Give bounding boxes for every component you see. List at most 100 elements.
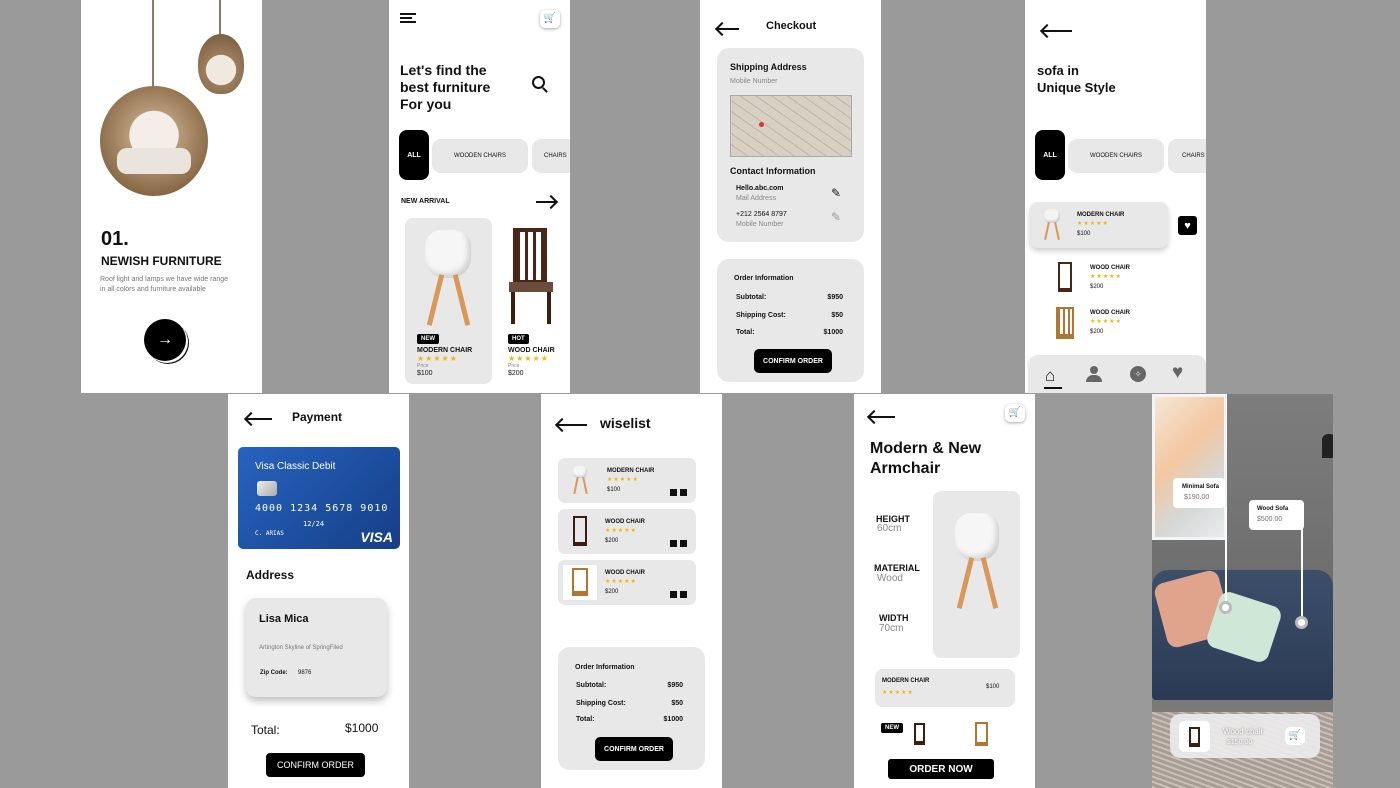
credit-card[interactable]: Visa Classic Debit 4000 1234 5678 9010 1… <box>238 447 400 549</box>
cart-icon[interactable]: 🛒 <box>1005 404 1025 422</box>
item-stars: ★★★★★ <box>1090 319 1122 325</box>
home-icon[interactable]: ⌂ <box>1045 366 1055 386</box>
back-arrow-icon[interactable] <box>1042 30 1072 32</box>
tag-new: NEW <box>881 723 903 733</box>
intro-desc-2: in all colors and furniture available <box>100 286 206 293</box>
map-image[interactable] <box>730 95 852 157</box>
list-item[interactable]: MODERN CHAIR ★★★★★ $100 <box>1030 202 1168 248</box>
quantity-stepper[interactable] <box>670 540 690 547</box>
ar-product-bar[interactable]: Wood chair $150.00 🛒 <box>1170 714 1320 758</box>
hotspot-line <box>1225 507 1227 607</box>
quantity-stepper[interactable] <box>670 489 690 496</box>
item-stars: ★★★★★ <box>605 528 637 534</box>
back-arrow-icon[interactable] <box>869 416 895 418</box>
spec-height-value: 60cm <box>877 523 902 534</box>
product-card-modern-chair[interactable]: NEW MODERN CHAIR ★★★★★ Price $100 <box>405 218 492 384</box>
label-wood-sofa[interactable]: Wood Sofa $500.00 <box>1249 500 1304 530</box>
product-summary-bar[interactable]: MODERN CHAIR ★★★★★ $100 <box>875 669 1015 707</box>
contact-title: Contact Information <box>730 166 816 176</box>
modern-chair-seat <box>955 513 999 561</box>
hotspot-minimal-sofa[interactable] <box>1219 601 1232 614</box>
profile-icon[interactable] <box>1086 366 1102 382</box>
screen-wishlist: wiselist MODERN CHAIR ★★★★★ $100 WOOD CH… <box>541 394 722 788</box>
chair-leg <box>1054 221 1060 241</box>
wood-chair-back <box>513 228 547 284</box>
heart-icon[interactable]: ♥ <box>1178 216 1197 235</box>
compass-icon[interactable]: ✧ <box>1130 366 1146 382</box>
spec-material-value: Wood <box>877 573 903 584</box>
screen-product-detail: 🛒 Modern & New Armchair HEIGHT 60cm MATE… <box>854 394 1035 788</box>
modern-chair-thumb <box>573 466 587 478</box>
home-heading-3: For you <box>400 96 452 112</box>
shipping-label: Shipping Cost: <box>736 312 786 319</box>
total-value: $1000 <box>345 721 379 735</box>
card-number: 4000 1234 5678 9010 <box>255 503 389 514</box>
tab-all[interactable]: ALL <box>1035 130 1065 180</box>
wood-chair-leg <box>547 292 551 324</box>
variant-thumb-dark[interactable] <box>914 723 925 745</box>
wishlist-item[interactable]: WOOD CHAIR ★★★★★ $200 <box>558 509 696 554</box>
list-item[interactable]: WOOD CHAIR ★★★★★ $200 <box>1050 303 1190 343</box>
tab-wooden-chairs[interactable]: WOODEN CHAIRS <box>432 139 528 173</box>
product-card-wood-chair[interactable]: HOT WOOD CHAIR ★★★★★ Price $200 <box>495 218 570 384</box>
cart-icon[interactable]: 🛒 <box>1285 727 1305 745</box>
contact-phone: +212 2564 8797 <box>736 211 787 218</box>
tab-wooden-chairs[interactable]: WOODEN CHAIRS <box>1068 139 1164 173</box>
card-price: $200 <box>508 370 524 377</box>
menu-icon[interactable] <box>400 13 416 23</box>
item-stars: ★★★★★ <box>607 477 639 483</box>
product-name: Wood chair <box>1223 727 1264 736</box>
item-name: MODERN CHAIR <box>607 468 655 474</box>
favorites-icon[interactable]: ♥ <box>1172 362 1183 384</box>
list-item[interactable]: WOOD CHAIR ★★★★★ $200 <box>1050 258 1190 296</box>
next-button[interactable]: → <box>144 319 186 361</box>
screen-intro: 01. NEWISH FURNITURE Roof light and lamp… <box>81 0 262 393</box>
confirm-order-button[interactable]: CONFIRM ORDER <box>595 737 673 761</box>
tab-chairs[interactable]: CHAIRS <box>1168 139 1206 173</box>
edit-icon[interactable]: ✎ <box>831 186 841 200</box>
intro-desc-1: Roof light and lamps we have wide range <box>100 276 229 283</box>
label-minimal-sofa[interactable]: Minimal Sofa $190.00 <box>1173 478 1225 508</box>
variant-thumb-light[interactable] <box>975 722 988 746</box>
order-info-panel: Order Information Subtotal: $950 Shippin… <box>558 647 705 770</box>
wood-chair-thumb <box>573 516 587 546</box>
item-name: WOOD CHAIR <box>1090 310 1130 316</box>
address-title: Address <box>246 568 295 582</box>
back-arrow-icon[interactable] <box>717 28 739 30</box>
back-arrow-icon[interactable] <box>246 418 272 420</box>
tab-chairs[interactable]: CHAIRS <box>532 139 570 173</box>
card-price-label: Price <box>417 363 429 369</box>
quantity-stepper[interactable] <box>670 591 690 598</box>
product-heading-1: Modern & New <box>870 440 982 457</box>
hotspot-wood-sofa[interactable] <box>1295 616 1308 629</box>
section-new-arrival: NEW ARRIVAL <box>401 198 450 205</box>
card-expiry: 12/24 <box>303 520 325 528</box>
tab-all[interactable]: ALL <box>399 130 429 180</box>
wishlist-item[interactable]: WOOD CHAIR ★★★★★ $200 <box>558 560 696 605</box>
home-heading-1: Let's find the <box>400 62 487 78</box>
cart-icon[interactable]: 🛒 <box>540 10 560 28</box>
subtotal-value: $950 <box>827 294 843 301</box>
hanging-chair-large <box>100 86 208 196</box>
wood-chair-thumb <box>1058 262 1072 292</box>
intro-number: 01. <box>101 228 129 250</box>
confirm-order-button[interactable]: CONFIRM ORDER <box>754 349 832 373</box>
edit-icon[interactable]: ✎ <box>831 210 841 224</box>
modern-chair-leg <box>426 274 445 326</box>
wishlist-item[interactable]: MODERN CHAIR ★★★★★ $100 <box>558 458 696 503</box>
confirm-order-button[interactable]: CONFIRM ORDER <box>266 753 365 777</box>
chair-leg <box>573 476 579 495</box>
order-now-button[interactable]: ORDER NOW <box>888 759 994 779</box>
wood-chair-leg <box>511 292 515 324</box>
card-name: Visa Classic Debit <box>255 461 336 472</box>
address-person: Lisa Mica <box>259 613 309 625</box>
see-all-arrow[interactable] <box>536 201 556 203</box>
card-name: WOOD CHAIR <box>508 347 555 354</box>
item-price: $100 <box>1077 231 1091 237</box>
back-arrow-icon[interactable] <box>557 424 587 426</box>
spec-material-label: MATERIAL <box>874 563 920 573</box>
address-card[interactable]: Lisa Mica Artington Skyline of SpringFil… <box>246 598 387 697</box>
tag-hot: HOT <box>508 334 529 344</box>
search-icon[interactable] <box>532 76 548 93</box>
card-stars: ★★★★★ <box>508 354 549 363</box>
